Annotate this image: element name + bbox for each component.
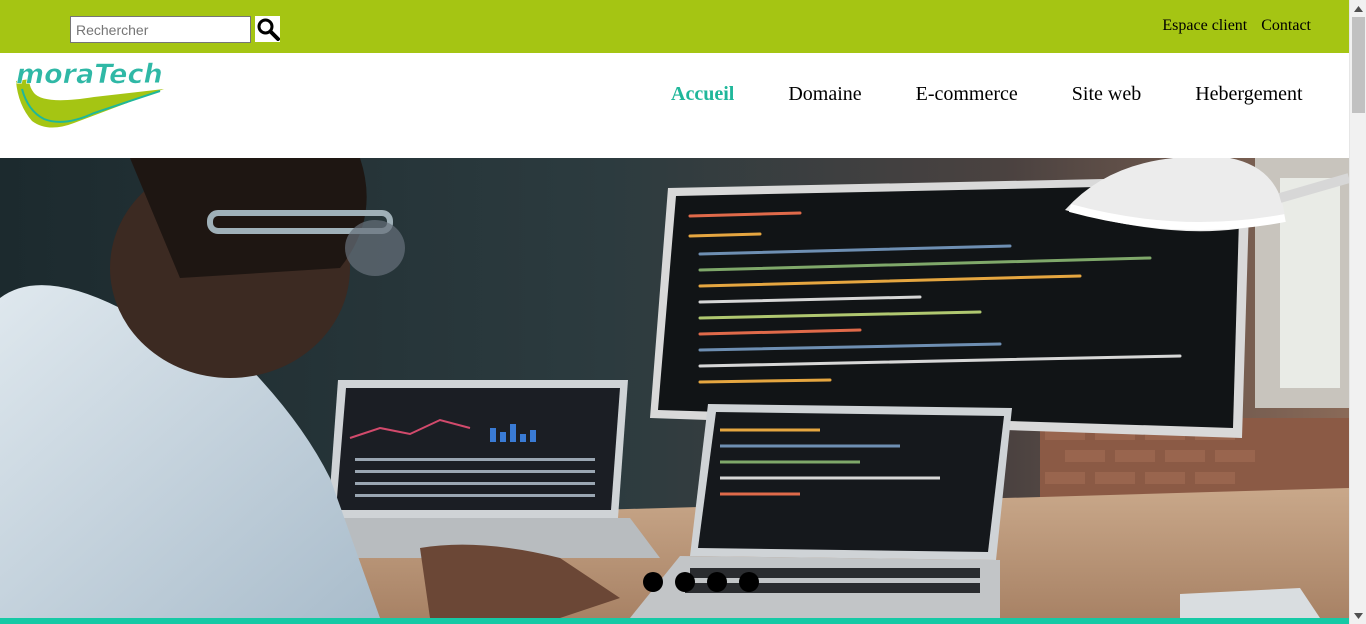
scroll-down-button[interactable] bbox=[1350, 607, 1366, 624]
logo-text: moraTech bbox=[16, 59, 163, 90]
nav-item-hebergement[interactable]: Hebergement bbox=[1168, 83, 1329, 106]
search-input[interactable] bbox=[70, 16, 251, 43]
scroll-up-button[interactable] bbox=[1350, 0, 1366, 17]
moratech-logo[interactable]: moraTech bbox=[14, 53, 166, 129]
vertical-scrollbar[interactable] bbox=[1349, 0, 1366, 624]
hero-image bbox=[0, 158, 1349, 618]
contact-link[interactable]: Contact bbox=[1261, 17, 1311, 35]
chevron-down-icon bbox=[1354, 612, 1363, 619]
search-icon bbox=[257, 18, 280, 41]
slider-dot-4[interactable] bbox=[739, 572, 759, 592]
bottom-accent-bar bbox=[0, 618, 1349, 624]
chevron-up-icon bbox=[1354, 5, 1363, 12]
nav-item-e-commerce[interactable]: E-commerce bbox=[889, 83, 1045, 106]
main-nav: Accueil Domaine E-commerce Site web Hebe… bbox=[644, 83, 1330, 106]
nav-item-domaine[interactable]: Domaine bbox=[761, 83, 888, 106]
slider-dot-2[interactable] bbox=[675, 572, 695, 592]
slider-dot-1[interactable] bbox=[643, 572, 663, 592]
search-button[interactable] bbox=[255, 16, 280, 42]
scroll-thumb[interactable] bbox=[1352, 17, 1365, 113]
top-links: Espace client Contact bbox=[1162, 17, 1311, 35]
nav-item-site-web[interactable]: Site web bbox=[1045, 83, 1168, 106]
nav-item-accueil[interactable]: Accueil bbox=[644, 83, 761, 106]
top-bar: Espace client Contact bbox=[0, 0, 1349, 53]
slider-dots bbox=[643, 572, 759, 592]
header: moraTech Accueil Domaine E-commerce Site… bbox=[0, 53, 1349, 158]
espace-client-link[interactable]: Espace client bbox=[1162, 17, 1247, 35]
slider-dot-3[interactable] bbox=[707, 572, 727, 592]
hero-slider bbox=[0, 158, 1349, 618]
